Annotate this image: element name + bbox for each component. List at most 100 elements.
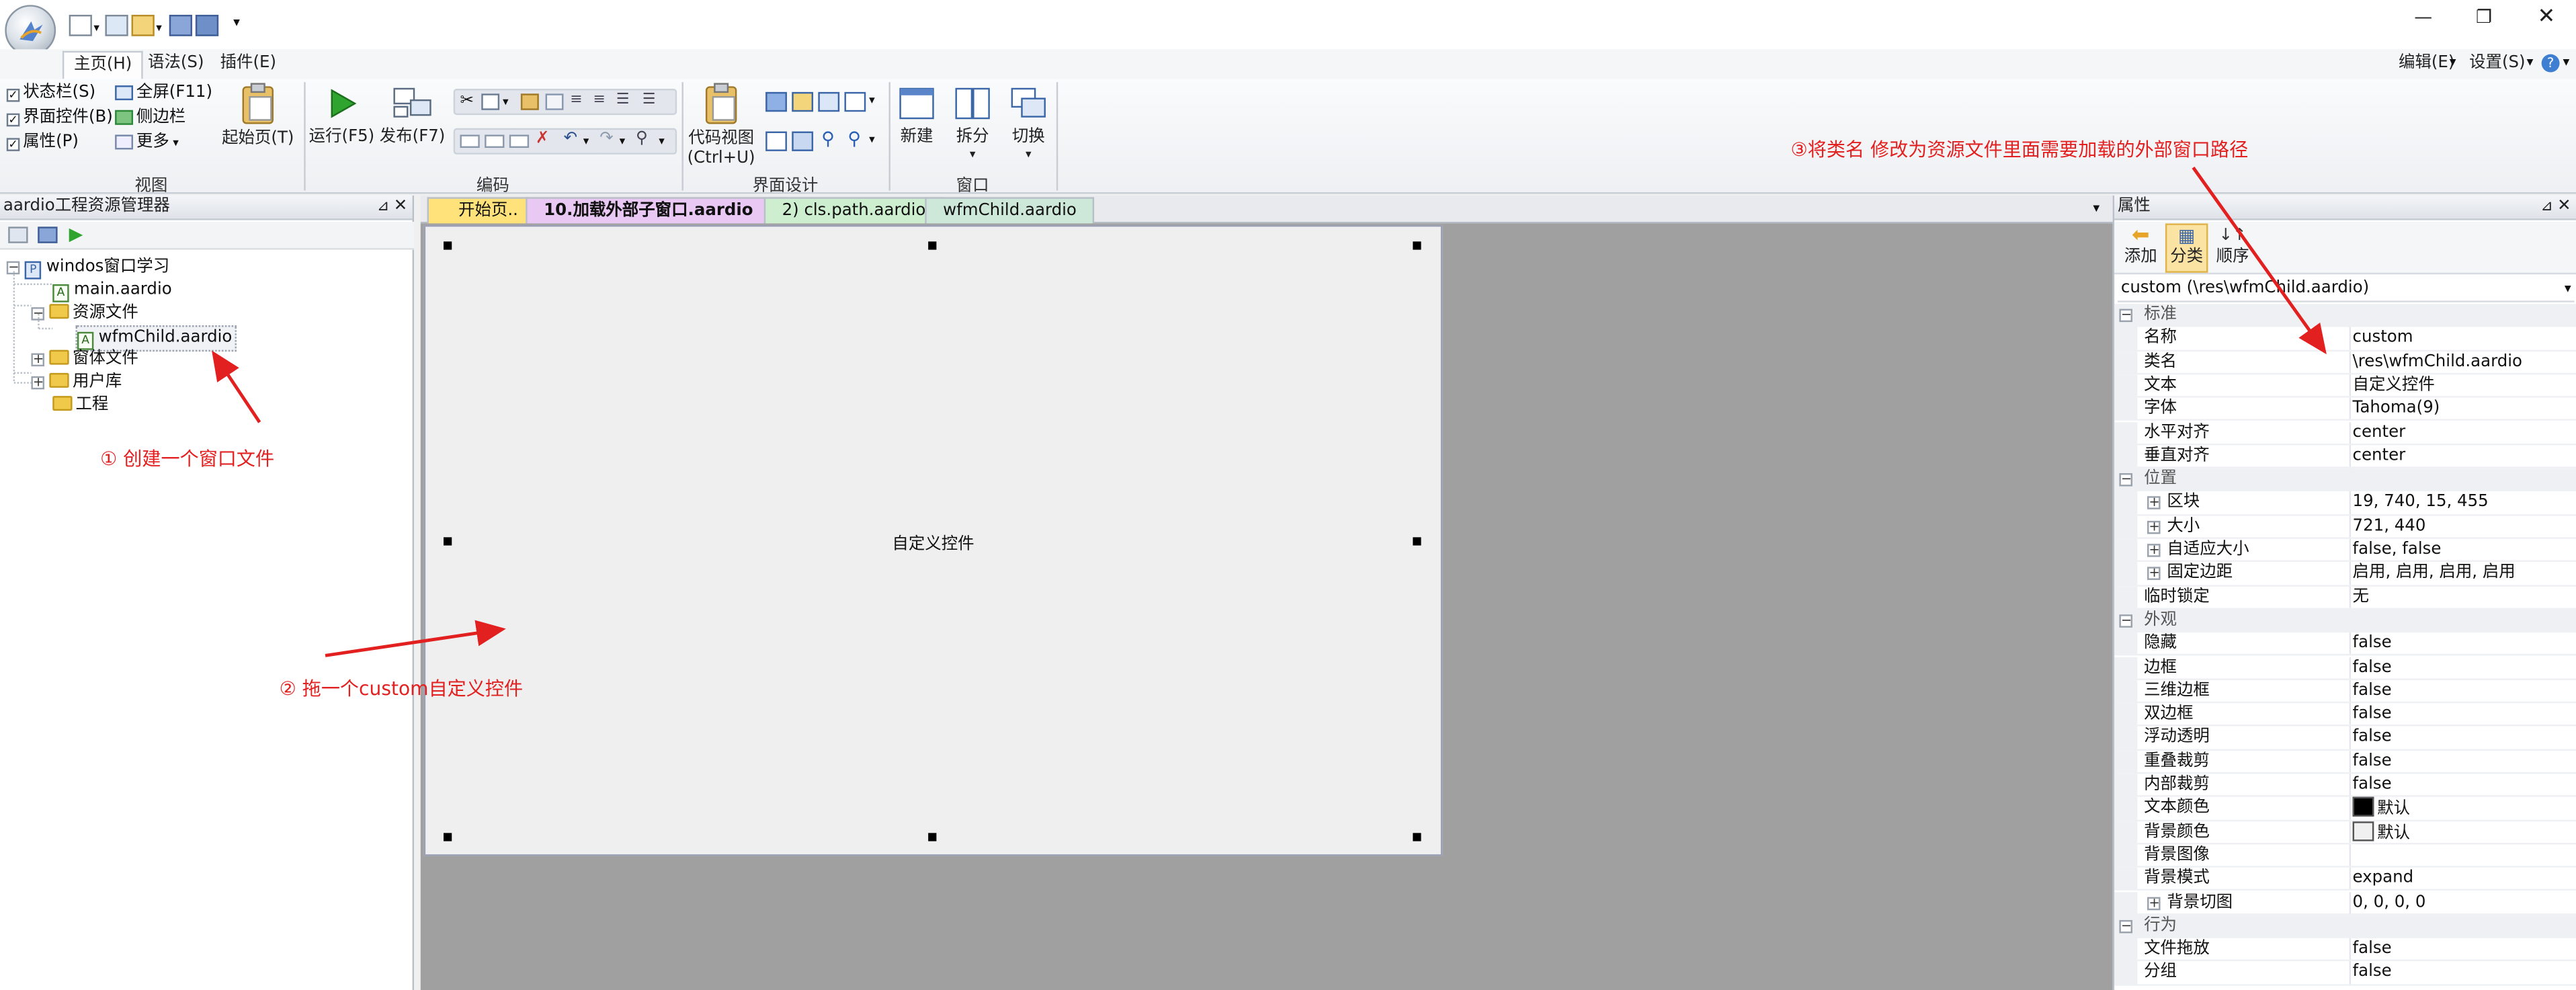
cut-icon[interactable]: ✂ — [460, 92, 474, 110]
customize-quick-access-icon[interactable]: ▾ — [233, 15, 240, 30]
save-icon[interactable] — [169, 15, 193, 36]
resize-handle[interactable] — [444, 833, 452, 841]
dropdown-arrow-icon[interactable]: ▾ — [93, 22, 99, 35]
property-value-cell[interactable]: 启用, 启用, 启用, 启用 — [2353, 563, 2516, 585]
redo-dropdown-icon[interactable]: ▾ — [620, 134, 626, 148]
property-row[interactable]: 背景颜色 默认 — [2114, 821, 2576, 845]
object-selector[interactable]: custom (\res\wfmChild.aardio) ▾ — [2117, 278, 2575, 302]
property-row[interactable]: 垂直对齐 center — [2114, 444, 2576, 468]
property-value[interactable]: 默认 — [2377, 824, 2410, 842]
tab-plugins[interactable]: 插件(E) — [210, 51, 286, 79]
undo-icon[interactable]: ↶ — [563, 130, 577, 148]
property-value[interactable]: 0, 0, 0, 0 — [2353, 893, 2426, 911]
switch-button[interactable]: 切换 ▾ — [1004, 85, 1053, 161]
property-value-cell[interactable]: 0, 0, 0, 0 — [2353, 891, 2426, 914]
property-value[interactable]: 自定义控件 — [2353, 376, 2435, 395]
settings-dropdown-icon[interactable]: ▾ — [2527, 54, 2534, 69]
property-row[interactable]: 背景模式 expand — [2114, 868, 2576, 892]
outdent-icon[interactable]: ≡ — [593, 92, 605, 108]
property-value-cell[interactable]: false — [2353, 727, 2392, 749]
property-value[interactable]: false — [2353, 940, 2392, 958]
collapse-icon[interactable]: − — [2119, 308, 2132, 323]
split-dropdown-icon[interactable]: ▾ — [948, 148, 997, 161]
property-value[interactable]: Tahoma(9) — [2353, 399, 2440, 417]
property-value-cell[interactable]: false — [2353, 774, 2392, 796]
sidebar-button[interactable]: 侧边栏 — [115, 107, 185, 130]
property-row[interactable]: 名称 custom — [2114, 327, 2576, 352]
redo-icon[interactable]: ↷ — [599, 130, 614, 148]
comment-icon[interactable]: ☰ — [616, 92, 630, 108]
property-value-cell[interactable]: custom — [2353, 327, 2413, 350]
tabs-dropdown-icon[interactable]: ▾ — [2093, 200, 2100, 215]
select-icon[interactable] — [460, 134, 480, 149]
property-value[interactable]: false — [2353, 682, 2392, 700]
property-value[interactable]: 无 — [2353, 587, 2369, 606]
switch-dropdown-icon[interactable]: ▾ — [1004, 148, 1053, 161]
property-row[interactable]: 浮动透明 false — [2114, 727, 2576, 751]
property-row[interactable]: 内部裁剪 false — [2114, 774, 2576, 798]
block-icon[interactable] — [485, 134, 505, 149]
property-category[interactable]: − 外观 — [2114, 609, 2576, 633]
property-value[interactable]: false — [2353, 776, 2392, 794]
property-value-cell[interactable]: center — [2353, 445, 2406, 468]
property-value[interactable]: 默认 — [2377, 800, 2410, 819]
collapse-icon[interactable]: − — [2119, 472, 2132, 487]
property-value[interactable]: false — [2353, 963, 2392, 981]
tab-home[interactable]: 主页(H) — [62, 50, 144, 79]
property-value[interactable]: 启用, 启用, 启用, 启用 — [2353, 564, 2516, 582]
lock-dropdown-icon[interactable]: ▾ — [869, 133, 875, 147]
new-window-icon[interactable] — [105, 15, 128, 36]
property-value-cell[interactable]: false, false — [2353, 539, 2442, 562]
property-value[interactable]: 721, 440 — [2353, 517, 2426, 535]
properties-checkbox[interactable]: ✓ 属性(P) — [6, 132, 79, 155]
statusbar-checkbox[interactable]: ✓ 状态栏(S) — [6, 82, 95, 105]
resize-handle[interactable] — [1413, 241, 1421, 250]
design-form[interactable]: 自定义控件 — [423, 224, 1443, 856]
lock-icon[interactable]: ⚲ — [847, 128, 861, 150]
property-value[interactable]: false — [2353, 729, 2392, 747]
resize-handle[interactable] — [444, 537, 452, 546]
run-project-icon[interactable]: ▶ — [69, 223, 83, 245]
tree-item-main[interactable]: Amain.aardio — [52, 280, 172, 302]
color-swatch[interactable] — [2352, 821, 2374, 841]
edit-dropdown-icon[interactable]: ▾ — [2450, 54, 2456, 69]
property-value-cell[interactable]: 721, 440 — [2353, 515, 2426, 538]
layout-dropdown-icon[interactable]: ▾ — [869, 93, 875, 107]
new-window-button[interactable]: 新建 — [892, 85, 941, 148]
tab-syntax[interactable]: 语法(S) — [138, 51, 214, 79]
tab-main-file[interactable]: 10.加载外部子窗口.aardio✕ — [526, 197, 788, 224]
property-row[interactable]: 隐藏 false — [2114, 632, 2576, 657]
publish-button[interactable]: 发布(F7) — [378, 85, 447, 148]
property-value-cell[interactable]: false — [2353, 938, 2392, 961]
expand-icon[interactable]: + — [2147, 543, 2161, 557]
property-value-cell[interactable]: false — [2353, 657, 2392, 679]
property-row[interactable]: + 固定边距 启用, 启用, 启用, 启用 — [2114, 562, 2576, 586]
property-row[interactable]: 背景图像 — [2114, 844, 2576, 868]
property-row[interactable]: + 大小 721, 440 — [2114, 515, 2576, 539]
property-value-cell[interactable]: 无 — [2353, 586, 2369, 609]
selector-dropdown-icon[interactable]: ▾ — [2565, 278, 2571, 300]
find-icon[interactable]: ⚲ — [636, 130, 648, 148]
help-dropdown-icon[interactable]: ▾ — [2563, 54, 2569, 69]
expand-icon[interactable]: + — [2147, 895, 2161, 910]
property-value[interactable]: false — [2353, 634, 2392, 653]
property-category[interactable]: − 位置 — [2114, 468, 2576, 492]
order-button[interactable]: ↓↑ 顺序 — [2211, 225, 2254, 268]
layout-icon[interactable] — [844, 91, 866, 112]
property-value[interactable]: false — [2353, 752, 2392, 770]
pin-icon[interactable]: ⚲ — [821, 128, 835, 150]
open-project-icon[interactable] — [8, 226, 28, 243]
property-value[interactable]: false — [2353, 658, 2392, 676]
uncomment-icon[interactable]: ☰ — [642, 92, 656, 108]
expand-icon[interactable]: + — [2147, 520, 2161, 534]
property-value[interactable]: 19, 740, 15, 455 — [2353, 493, 2489, 511]
tab-cls-path[interactable]: 2) cls.path.aardio — [763, 197, 944, 224]
property-row[interactable]: 水平对齐 center — [2114, 421, 2576, 445]
grid-icon[interactable] — [792, 131, 814, 151]
category-button[interactable]: ▦ 分类 — [2165, 223, 2208, 273]
collapse-icon[interactable]: − — [2119, 919, 2132, 933]
copy-dropdown-icon[interactable]: ▾ — [503, 95, 509, 109]
property-row[interactable]: 文本颜色 默认 — [2114, 797, 2576, 821]
property-row[interactable]: 边框 false — [2114, 656, 2576, 680]
start-page-button[interactable]: 起始页(T) — [222, 82, 294, 149]
